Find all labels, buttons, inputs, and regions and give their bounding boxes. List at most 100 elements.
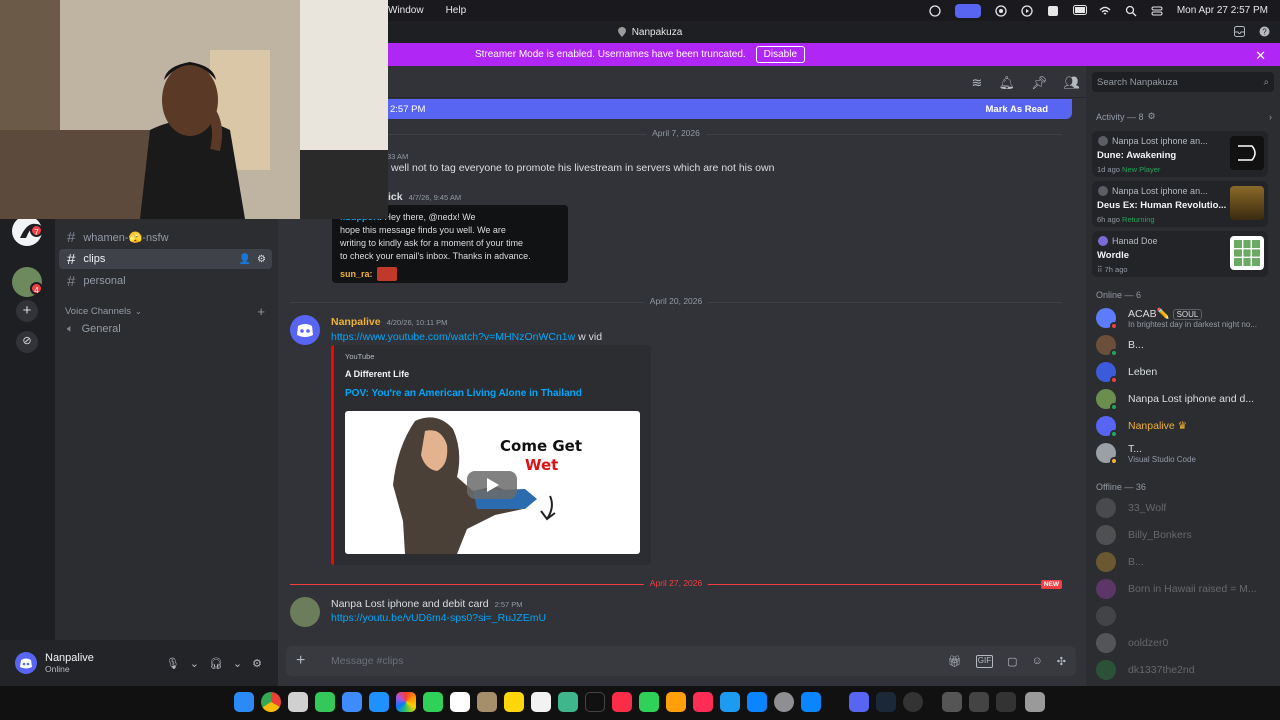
video-thumbnail[interactable]: Come Get Wet xyxy=(345,411,640,554)
wifi-icon[interactable] xyxy=(1099,5,1111,17)
steam-icon[interactable] xyxy=(876,692,896,712)
launchpad-icon[interactable] xyxy=(288,692,308,712)
avatar[interactable] xyxy=(15,652,37,674)
member-item[interactable]: Nanpalive ♛ xyxy=(1096,415,1272,438)
chevron-down-icon[interactable]: ⌄ xyxy=(190,657,199,670)
youtube-link[interactable]: https://youtu.be/vUD6m4-sps0?si=_RuJZEmU xyxy=(331,612,546,624)
menu-help[interactable]: Help xyxy=(446,5,467,16)
avatar[interactable] xyxy=(290,597,320,627)
member-item[interactable]: ACAB✏️ SOUL In brightest day in darkest … xyxy=(1096,307,1272,330)
gear-icon[interactable]: ⚙ xyxy=(1148,111,1156,122)
message-input[interactable]: Message #clips xyxy=(331,655,403,667)
embed-author[interactable]: A Different Life xyxy=(345,369,409,379)
add-channel-icon[interactable]: + xyxy=(257,304,265,319)
add-server-icon[interactable]: + xyxy=(16,300,38,322)
member-item[interactable]: Leben xyxy=(1096,361,1272,384)
obs-icon[interactable] xyxy=(903,692,923,712)
member-item[interactable]: B... xyxy=(1096,551,1272,573)
activity-card[interactable]: Hanad Doe Wordle ⠿ 7h ago xyxy=(1092,231,1268,277)
youtube-link[interactable]: https://www.youtube.com/watch?v=MHNzOnWC… xyxy=(331,331,575,343)
gift-icon[interactable]: 🎁︎ xyxy=(948,655,962,668)
invite-icon[interactable]: 👤 xyxy=(239,254,251,265)
messages-icon[interactable] xyxy=(315,692,335,712)
message-author[interactable]: ick xyxy=(388,191,403,203)
calendar-icon[interactable] xyxy=(450,692,470,712)
headphones-icon[interactable]: 🎧︎ xyxy=(209,657,223,670)
activity-card[interactable]: Nanpa Lost iphone an... Deus Ex: Human R… xyxy=(1092,181,1268,227)
control-center-icon[interactable] xyxy=(1151,5,1163,17)
contacts-icon[interactable] xyxy=(477,692,497,712)
discover-icon[interactable]: ⊘ xyxy=(16,331,38,353)
pin-icon[interactable]: 📌︎ xyxy=(1031,75,1048,91)
voice-channel-general[interactable]: 🔈︎ General xyxy=(59,319,272,339)
discord-icon[interactable] xyxy=(849,692,869,712)
keyboard-input-icon[interactable] xyxy=(1047,5,1059,17)
spotlight-icon[interactable] xyxy=(1125,5,1137,17)
finder-icon[interactable] xyxy=(234,692,254,712)
message-author[interactable]: Nanpalive xyxy=(331,316,381,328)
gif-icon[interactable]: GIF xyxy=(975,654,994,668)
mic-icon[interactable]: 🎙︎ xyxy=(166,657,180,670)
screen-share-icon[interactable] xyxy=(954,3,981,18)
mail-icon[interactable] xyxy=(342,692,362,712)
screenshot-thumb-icon[interactable] xyxy=(969,692,989,712)
close-icon[interactable]: ✕ xyxy=(1255,48,1266,64)
member-item[interactable]: B... xyxy=(1096,334,1272,357)
chevron-down-icon[interactable]: ⌄ xyxy=(233,657,242,670)
chevron-right-icon[interactable]: › xyxy=(1269,112,1272,122)
play-icon[interactable] xyxy=(1021,4,1033,17)
help-icon[interactable]: ? xyxy=(1259,26,1270,37)
gear-icon[interactable]: ⚙ xyxy=(257,254,266,265)
sticker-icon[interactable]: ▢ xyxy=(1007,655,1017,668)
channel-item-clips[interactable]: # clips 👤 ⚙ xyxy=(59,249,272,269)
reminders-icon[interactable] xyxy=(531,692,551,712)
app-store-icon[interactable] xyxy=(747,692,767,712)
channel-item-personal[interactable]: # personal xyxy=(59,271,272,291)
numbers-icon[interactable] xyxy=(639,692,659,712)
member-item[interactable]: dk1337the2nd xyxy=(1096,659,1272,681)
message-author[interactable]: Nanpa Lost iphone and debit card xyxy=(331,598,489,610)
apps-icon[interactable]: ✣ xyxy=(1057,655,1066,668)
photos-icon[interactable] xyxy=(396,692,416,712)
screenshot-thumb-icon[interactable] xyxy=(942,692,962,712)
trash-icon[interactable] xyxy=(1025,692,1045,712)
menu-window[interactable]: Window xyxy=(388,5,424,16)
freeform-icon[interactable] xyxy=(558,692,578,712)
pages-icon[interactable] xyxy=(666,692,686,712)
keynote-icon[interactable] xyxy=(720,692,740,712)
notes-icon[interactable] xyxy=(504,692,524,712)
member-item[interactable] xyxy=(1096,605,1272,627)
embed-title[interactable]: POV: You're an American Living Alone in … xyxy=(345,388,582,399)
member-item[interactable]: Born in Hawaii raised = M... xyxy=(1096,578,1272,600)
voice-channels-header[interactable]: Voice Channels ⌄ + xyxy=(65,304,265,319)
tv-icon[interactable] xyxy=(585,692,605,712)
emoji-icon[interactable]: ☺ xyxy=(1032,655,1043,668)
inbox-icon[interactable] xyxy=(1234,26,1245,37)
member-item[interactable]: Nanpa Lost iphone and d... xyxy=(1096,388,1272,411)
maps-icon[interactable] xyxy=(369,692,389,712)
channel-item-whamen-nsfw[interactable]: # whamen-🫣-nsfw xyxy=(59,227,272,247)
member-item[interactable]: ooldzer0 xyxy=(1096,632,1272,654)
music-icon[interactable] xyxy=(612,692,632,712)
threads-icon[interactable]: ≋ xyxy=(972,75,983,91)
new-messages-bar[interactable]: 2:57 PM Mark As Read xyxy=(278,99,1072,119)
attach-plus-icon[interactable]: + xyxy=(296,652,312,670)
member-item[interactable]: T... Visual Studio Code xyxy=(1096,442,1272,465)
cloud-icon[interactable] xyxy=(929,4,941,17)
chrome-icon[interactable] xyxy=(261,692,281,712)
activity-card[interactable]: Nanpa Lost iphone an... Dune: Awakening … xyxy=(1092,131,1268,177)
member-item[interactable]: 33_Wolf xyxy=(1096,497,1272,519)
menu-clock[interactable]: Mon Apr 27 2:57 PM xyxy=(1177,5,1268,16)
preview-icon[interactable] xyxy=(801,692,821,712)
battery-icon[interactable] xyxy=(1072,4,1087,17)
bell-icon[interactable]: 🔔︎ xyxy=(998,75,1015,91)
member-item[interactable]: Billy_Bonkers xyxy=(1096,524,1272,546)
mark-as-read-button[interactable]: Mark As Read xyxy=(986,104,1048,115)
gear-icon[interactable]: ⚙ xyxy=(252,657,262,670)
disable-streamer-button[interactable]: Disable xyxy=(755,46,806,63)
avatar[interactable] xyxy=(290,315,320,345)
downloads-icon[interactable] xyxy=(996,692,1016,712)
search-input[interactable]: Search Nanpakuza ⌕ xyxy=(1092,72,1274,92)
record-icon[interactable] xyxy=(995,4,1007,17)
facetime-icon[interactable] xyxy=(423,692,443,712)
